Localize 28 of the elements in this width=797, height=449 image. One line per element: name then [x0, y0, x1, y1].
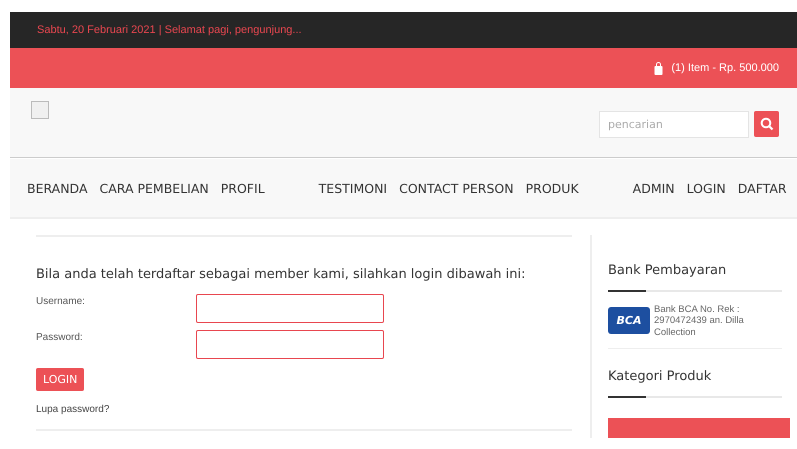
- nav-link[interactable]: ADMIN: [632, 180, 675, 196]
- search-field[interactable]: pencarian: [599, 111, 749, 138]
- cart-summary[interactable]: (1) Item - Rp. 500.000: [671, 62, 779, 74]
- search-button[interactable]: [754, 111, 779, 137]
- date-greeting: Sabtu, 20 Februari 2021 | Selamat pagi, pengunjung...: [37, 24, 302, 36]
- category-bar[interactable]: [608, 418, 790, 438]
- bank-logo: BCA: [608, 307, 650, 334]
- section-title: Bank Pembayaran: [608, 263, 728, 278]
- login-intro: Bila anda telah terdaftar sebagai member kami, silahkan login dibawah ini:: [36, 267, 527, 282]
- input-field[interactable]: [196, 294, 384, 323]
- login-button[interactable]: LOGIN: [36, 368, 84, 391]
- bank-account-text: Bank BCA No. Rek : 2970472439 an. Dilla Collection: [654, 304, 745, 338]
- nav-link[interactable]: CONTACT PERSON: [399, 180, 514, 196]
- nav-link[interactable]: BERANDA: [27, 180, 88, 196]
- nav-link[interactable]: DAFTAR: [738, 180, 787, 196]
- section-title: Kategori Produk: [608, 369, 712, 384]
- field-label: Password:: [36, 331, 84, 343]
- shopping-bag-icon: [654, 62, 664, 74]
- nav-link[interactable]: PRODUK: [526, 180, 579, 196]
- broken-image-icon: [31, 101, 49, 119]
- nav-link[interactable]: LOGIN: [686, 180, 726, 196]
- nav-link[interactable]: CARA PEMBELIAN: [100, 180, 209, 196]
- field-label: Username:: [36, 295, 86, 307]
- search-icon: [760, 117, 774, 131]
- forgot-password-link[interactable]: Lupa password?: [36, 404, 572, 415]
- nav-link[interactable]: PROFIL: [220, 180, 265, 196]
- input-field[interactable]: [196, 330, 384, 359]
- nav-link[interactable]: TESTIMONI: [318, 180, 388, 196]
